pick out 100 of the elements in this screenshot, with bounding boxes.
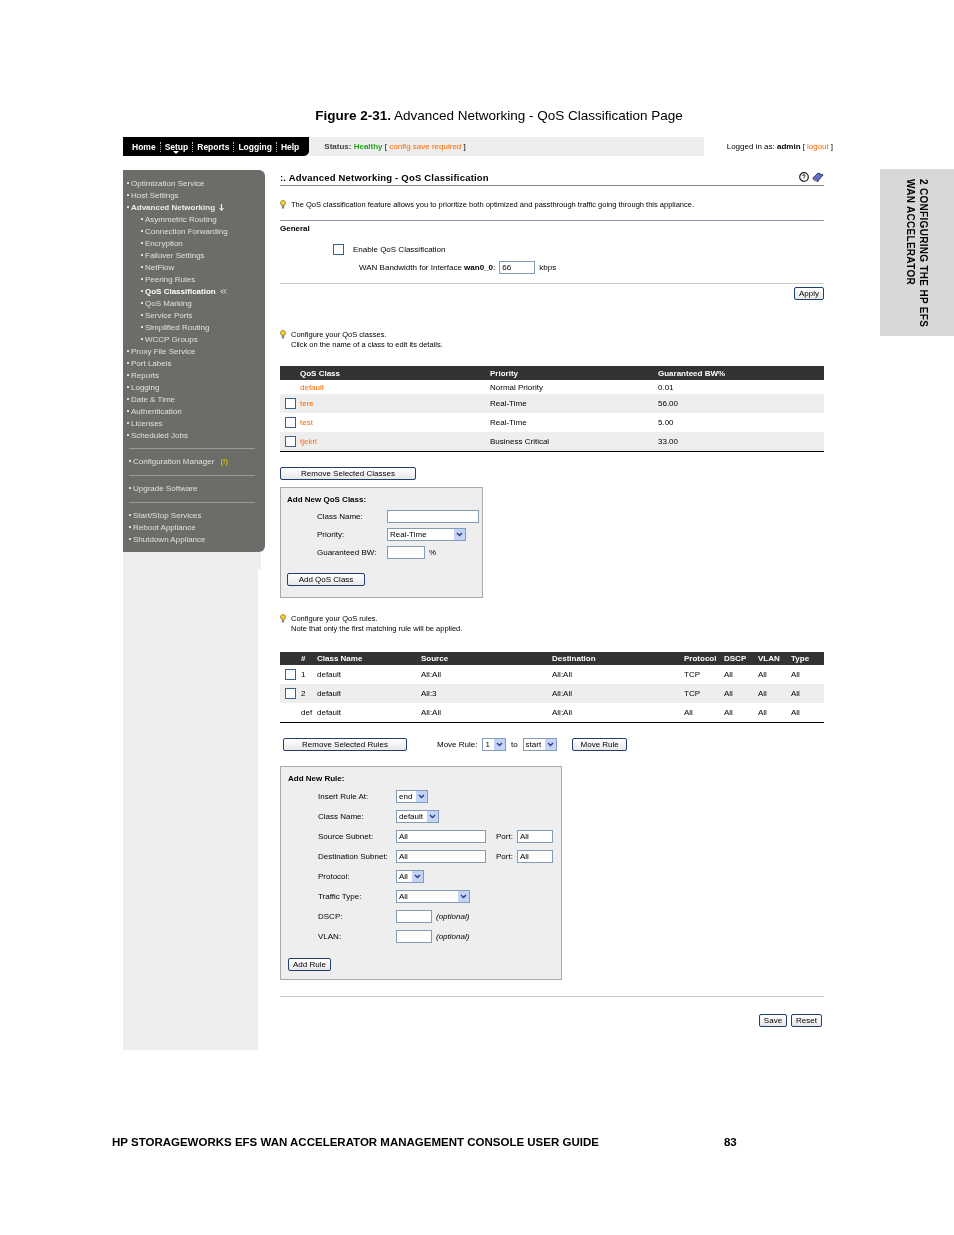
input-field[interactable]: All — [396, 829, 486, 843]
sidebar-subitem[interactable]: NetFlow — [145, 262, 175, 272]
sidebar-item[interactable]: Proxy File Service — [131, 346, 196, 356]
table-cell-text: All:All — [552, 708, 573, 717]
column-header: # — [300, 654, 307, 663]
checkbox[interactable] — [285, 436, 296, 447]
help-icon[interactable] — [799, 172, 809, 182]
column-header: Guaranteed BW% — [658, 368, 727, 378]
book-icon[interactable] — [812, 172, 824, 182]
sidebar-item[interactable]: Scheduled Jobs — [131, 430, 188, 440]
caret-icon — [545, 739, 557, 750]
caret-icon — [427, 810, 439, 822]
sidebar-item[interactable]: Logging — [131, 382, 160, 392]
chapter-title: WAN ACCELERATOR — [905, 179, 916, 287]
remove-classes-button[interactable]: Remove Selected Classes — [280, 467, 416, 480]
sidebar-item[interactable]: Reports — [131, 370, 159, 380]
nav-tab[interactable]: Help — [275, 141, 304, 152]
dropdown[interactable]: default — [396, 809, 440, 823]
input-field[interactable] — [387, 545, 425, 559]
checkbox[interactable] — [285, 688, 296, 699]
add-class-button[interactable]: Add QoS Class — [287, 573, 365, 586]
field-label: DSCP: — [318, 911, 344, 921]
field-label: Insert Rule At: — [318, 791, 370, 801]
sidebar-subitem[interactable]: QoS Classification — [145, 286, 216, 296]
apply-button[interactable]: Apply — [794, 287, 824, 300]
field-label: Class Name: — [318, 811, 365, 821]
column-header: Source — [421, 654, 450, 663]
caret-icon — [493, 739, 505, 750]
sidebar-item[interactable]: Host Settings — [131, 190, 179, 200]
field-label: to — [510, 740, 518, 749]
checkbox[interactable] — [285, 669, 296, 680]
class-link[interactable]: tjekrl — [300, 437, 490, 446]
input-field[interactable] — [396, 929, 432, 943]
dropdown[interactable]: end — [396, 789, 429, 803]
status-text: Status: Healthy [ config save required ] — [324, 142, 466, 151]
sidebar-subitem[interactable]: Encryption — [145, 238, 183, 248]
dropdown[interactable]: All — [396, 869, 424, 883]
class-link[interactable]: default — [300, 382, 490, 392]
checkbox-label: Enable QoS Classification — [353, 244, 446, 254]
action-button[interactable]: Reset — [791, 1014, 822, 1027]
input-field[interactable]: All — [516, 829, 553, 843]
input-field[interactable]: All — [516, 849, 553, 863]
table-cell-text: Real-Time — [490, 399, 528, 408]
table-cell-text: All:All — [421, 670, 442, 679]
move-rule-button[interactable]: Move Rule — [572, 738, 628, 751]
sidebar-item[interactable]: Upgrade Software — [133, 483, 198, 493]
sidebar-subitem[interactable]: Peering Rules — [145, 274, 196, 284]
checkbox[interactable] — [285, 417, 296, 428]
bandwidth-field[interactable]: 66 — [499, 260, 536, 274]
table-cell-text: All — [724, 670, 734, 679]
dropdown[interactable]: Real-Time — [387, 527, 466, 541]
sidebar-subitem[interactable]: Service Ports — [145, 310, 193, 320]
sidebar-subitem[interactable]: Asymmetric Routing — [145, 214, 217, 224]
field-label: Port: — [496, 851, 513, 861]
table-cell-text: All — [724, 689, 734, 698]
sidebar-subitem[interactable]: Failover Settings — [145, 250, 205, 260]
input-field[interactable] — [396, 909, 432, 923]
checkbox[interactable] — [285, 398, 296, 409]
class-link[interactable]: test — [300, 418, 490, 427]
sidebar-item[interactable]: Configuration Manager — [133, 456, 215, 466]
input-field[interactable] — [387, 509, 479, 523]
nav-tab[interactable]: Logging — [233, 141, 276, 152]
sidebar-subitem[interactable]: WCCP Groups — [145, 334, 198, 344]
table-cell-text: Real-Time — [490, 418, 528, 427]
sidebar-item[interactable]: Shutdown Appliance — [133, 534, 206, 544]
sidebar-subitem[interactable]: Simplified Routing — [145, 322, 210, 332]
sidebar-subitem[interactable]: QoS Marking — [145, 298, 192, 308]
sidebar-item[interactable]: Licenses — [131, 418, 163, 428]
input-field[interactable]: All — [396, 849, 486, 863]
dropdown[interactable]: start — [522, 738, 558, 751]
table-cell-text: 33.00 — [658, 437, 680, 446]
sidebar-item[interactable]: Authentication — [131, 406, 182, 416]
dropdown[interactable]: 1 — [482, 738, 506, 751]
action-button[interactable]: Save — [758, 1014, 788, 1027]
nav-tab[interactable]: Home — [128, 141, 160, 152]
double-chevron-icon — [219, 288, 227, 294]
lightbulb-icon — [280, 200, 286, 209]
nav-tab[interactable]: Reports — [192, 141, 234, 152]
field-label: Traffic Type: — [318, 891, 363, 901]
remove-rules-button[interactable]: Remove Selected Rules — [283, 738, 407, 751]
sidebar-item[interactable]: Start/Stop Services — [133, 510, 202, 520]
logout-link[interactable]: logout — [806, 142, 829, 151]
sidebar-item[interactable]: Reboot Appliance — [133, 522, 196, 532]
sidebar-item[interactable]: Advanced Networking — [131, 202, 215, 212]
checkbox[interactable] — [333, 243, 344, 255]
dropdown[interactable]: All — [396, 889, 470, 903]
page-number: 83 — [723, 1136, 737, 1148]
sidebar-subitem[interactable]: Connection Forwarding — [145, 226, 228, 236]
class-link[interactable]: tere — [300, 399, 490, 408]
sidebar-item[interactable]: Port Labels — [131, 358, 172, 368]
table-cell-text: 56.00 — [658, 399, 680, 408]
field-label: Port: — [496, 831, 513, 841]
sidebar-item[interactable]: Optimization Service — [131, 178, 205, 188]
table-cell-text: 2 — [300, 689, 307, 698]
column-header: Type — [791, 654, 811, 663]
optional-note: (optional) — [436, 931, 470, 941]
sidebar-item[interactable]: Date & Time — [131, 394, 175, 404]
table-cell-text: All — [758, 689, 768, 698]
add-rule-button[interactable]: Add Rule — [288, 958, 331, 971]
field-label: Destination Subnet: — [318, 851, 389, 861]
